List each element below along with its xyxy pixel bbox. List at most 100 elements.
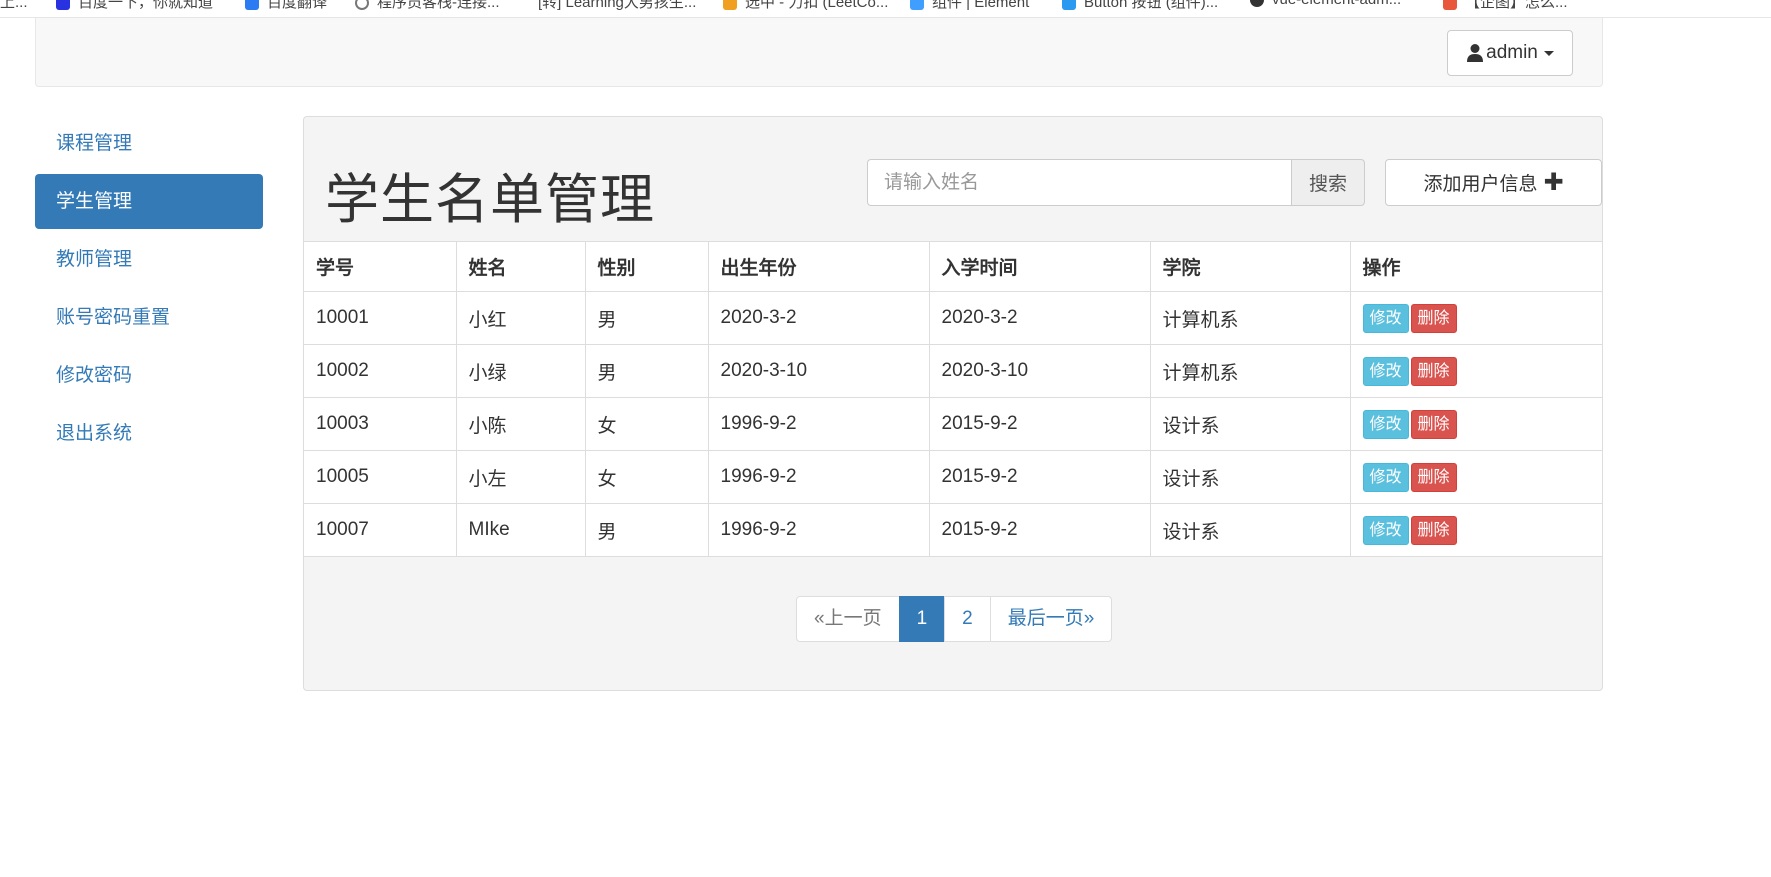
table-row: 10007 MIke 男 1996-9-2 2015-9-2 设计系 修改 删除 bbox=[304, 503, 1602, 557]
page-title: 学生名单管理 bbox=[325, 170, 655, 230]
add-user-label: 添加用户信息 bbox=[1423, 174, 1538, 195]
gender-cell: 女 bbox=[584, 397, 709, 451]
edit-button[interactable]: 修改 bbox=[1362, 409, 1409, 439]
birth-date-cell: 1996-9-2 bbox=[707, 503, 930, 557]
user-icon bbox=[1467, 44, 1484, 62]
add-user-button[interactable]: 添加用户信息 ✚ bbox=[1385, 159, 1602, 206]
element-icon bbox=[910, 0, 924, 11]
column-header: 性别 bbox=[584, 241, 709, 292]
delete-button[interactable]: 删除 bbox=[1410, 303, 1457, 333]
delete-button[interactable]: 删除 bbox=[1410, 356, 1457, 386]
column-header: 出生年份 bbox=[707, 241, 930, 292]
bookmark-item[interactable]: 上... bbox=[0, 0, 28, 12]
birth-date-cell: 2020-3-10 bbox=[707, 344, 930, 398]
actions-cell: 修改 删除 bbox=[1349, 397, 1602, 451]
sidebar-item-reset-account[interactable]: 账号密码重置 bbox=[35, 290, 263, 345]
college-cell: 计算机系 bbox=[1149, 344, 1351, 398]
gender-cell: 男 bbox=[584, 344, 709, 398]
enroll-date-cell: 2015-9-2 bbox=[928, 503, 1151, 557]
enroll-date-cell: 2015-9-2 bbox=[928, 397, 1151, 451]
cloud-icon bbox=[1062, 0, 1076, 11]
github-icon bbox=[1250, 0, 1264, 8]
enroll-date-cell: 2015-9-2 bbox=[928, 450, 1151, 504]
table-row: 10003 小陈 女 1996-9-2 2015-9-2 设计系 修改 删除 bbox=[304, 397, 1602, 451]
birth-date-cell: 1996-9-2 bbox=[707, 450, 930, 504]
actions-cell: 修改 删除 bbox=[1349, 450, 1602, 504]
edit-button[interactable]: 修改 bbox=[1362, 462, 1409, 492]
pagination: «上一页 1 2 最后一页» bbox=[796, 596, 1113, 642]
prev-page-link[interactable]: «上一页 bbox=[796, 596, 900, 642]
student-panel: 学生名单管理 搜索 添加用户信息 ✚ 学号 姓名 性别 出生年份 入学时间 学院… bbox=[303, 116, 1603, 691]
gender-cell: 男 bbox=[584, 291, 709, 345]
birth-date-cell: 1996-9-2 bbox=[707, 397, 930, 451]
student-name-cell: 小左 bbox=[455, 450, 586, 504]
bookmark-item[interactable]: Button 按钮 (组件)... bbox=[1062, 0, 1218, 12]
gender-cell: 男 bbox=[584, 503, 709, 557]
gender-cell: 女 bbox=[584, 450, 709, 504]
column-header: 学院 bbox=[1149, 241, 1351, 292]
search-input[interactable] bbox=[867, 159, 1291, 206]
bookmark-item[interactable]: vue-element-adm... bbox=[1250, 0, 1401, 8]
sidebar-item-change-password[interactable]: 修改密码 bbox=[35, 348, 263, 403]
caret-down-icon bbox=[1543, 50, 1554, 56]
column-header: 操作 bbox=[1349, 241, 1602, 292]
actions-cell: 修改 删除 bbox=[1349, 344, 1602, 398]
college-cell: 设计系 bbox=[1149, 450, 1351, 504]
page-link-2[interactable]: 2 bbox=[944, 596, 991, 642]
student-name-cell: MIke bbox=[455, 503, 586, 557]
actions-cell: 修改 删除 bbox=[1349, 291, 1602, 345]
sidebar-item-course[interactable]: 课程管理 bbox=[35, 116, 263, 171]
plus-icon: ✚ bbox=[1543, 169, 1564, 196]
bookmark-item[interactable]: 组件 | Element bbox=[910, 0, 1029, 12]
student-table: 学号 姓名 性别 出生年份 入学时间 学院 操作 10001 小红 男 2020… bbox=[304, 241, 1602, 557]
enroll-date-cell: 2020-3-10 bbox=[928, 344, 1151, 398]
baidu-icon bbox=[56, 0, 70, 11]
last-page-link[interactable]: 最后一页» bbox=[989, 596, 1113, 642]
bookmark-item[interactable]: 程序员客栈-连接... bbox=[355, 0, 500, 12]
globe-icon bbox=[355, 0, 369, 11]
actions-cell: 修改 删除 bbox=[1349, 503, 1602, 557]
delete-button[interactable]: 删除 bbox=[1410, 409, 1457, 439]
search-group: 搜索 bbox=[867, 159, 1365, 206]
bookmark-item[interactable]: 【企图】怎么... bbox=[1443, 0, 1568, 12]
sidebar-nav: 课程管理 学生管理 教师管理 账号密码重置 修改密码 退出系统 bbox=[35, 116, 263, 464]
student-name-cell: 小绿 bbox=[455, 344, 586, 398]
bookmark-item[interactable]: 百度一下，你就知道 bbox=[56, 0, 213, 12]
edit-button[interactable]: 修改 bbox=[1362, 515, 1409, 545]
table-row: 10001 小红 男 2020-3-2 2020-3-2 计算机系 修改 删除 bbox=[304, 291, 1602, 345]
user-menu-button[interactable]: admin bbox=[1447, 30, 1573, 76]
bookmark-item[interactable]: 百度翻译 bbox=[245, 0, 327, 12]
column-header: 学号 bbox=[304, 241, 457, 292]
bookmarks-bar: 上... 百度一下，你就知道 百度翻译 程序员客栈-连接... [转] Lear… bbox=[0, 0, 1771, 18]
delete-button[interactable]: 删除 bbox=[1410, 462, 1457, 492]
student-id-cell: 10002 bbox=[304, 344, 457, 398]
student-id-cell: 10007 bbox=[304, 503, 457, 557]
translate-icon bbox=[245, 0, 259, 11]
student-id-cell: 10003 bbox=[304, 397, 457, 451]
college-cell: 设计系 bbox=[1149, 503, 1351, 557]
bookmark-site-icon bbox=[1443, 0, 1457, 11]
column-header: 姓名 bbox=[455, 241, 586, 292]
student-id-cell: 10001 bbox=[304, 291, 457, 345]
page-link-1[interactable]: 1 bbox=[898, 596, 946, 642]
student-id-cell: 10005 bbox=[304, 450, 457, 504]
enroll-date-cell: 2020-3-2 bbox=[928, 291, 1151, 345]
column-header: 入学时间 bbox=[928, 241, 1151, 292]
leetcode-icon bbox=[723, 0, 737, 11]
table-row: 10002 小绿 男 2020-3-10 2020-3-10 计算机系 修改 删除 bbox=[304, 344, 1602, 398]
bookmark-item[interactable]: 选中 - 力扣 (LeetCo... bbox=[723, 0, 888, 12]
table-header-row: 学号 姓名 性别 出生年份 入学时间 学院 操作 bbox=[304, 241, 1602, 292]
sidebar-item-student[interactable]: 学生管理 bbox=[35, 174, 263, 229]
edit-button[interactable]: 修改 bbox=[1362, 356, 1409, 386]
college-cell: 设计系 bbox=[1149, 397, 1351, 451]
delete-button[interactable]: 删除 bbox=[1410, 515, 1457, 545]
sidebar-item-logout[interactable]: 退出系统 bbox=[35, 406, 263, 461]
top-navbar: admin bbox=[35, 18, 1603, 87]
birth-date-cell: 2020-3-2 bbox=[707, 291, 930, 345]
edit-button[interactable]: 修改 bbox=[1362, 303, 1409, 333]
user-menu-label: admin bbox=[1486, 42, 1538, 63]
college-cell: 计算机系 bbox=[1149, 291, 1351, 345]
bookmark-item[interactable]: [转] Learning大男孩生... bbox=[538, 0, 696, 12]
search-button[interactable]: 搜索 bbox=[1291, 159, 1365, 206]
sidebar-item-teacher[interactable]: 教师管理 bbox=[35, 232, 263, 287]
